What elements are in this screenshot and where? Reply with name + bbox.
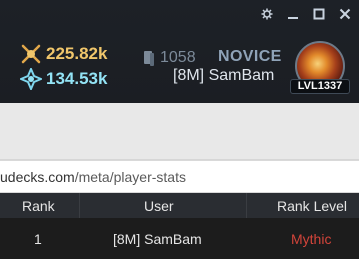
maximize-button[interactable]: [311, 6, 327, 22]
minimize-button[interactable]: [285, 6, 301, 22]
address-bar[interactable]: udecks.com/meta/player-stats: [0, 160, 359, 193]
gold-value: 225.82k: [46, 44, 108, 63]
gem-value: 134.53k: [46, 69, 108, 88]
card-count: 1058: [144, 49, 196, 67]
column-header-user[interactable]: User: [144, 198, 174, 214]
url-host: udecks.com: [0, 169, 75, 185]
close-icon: [339, 8, 351, 20]
row-user[interactable]: [8M] SamBam: [113, 231, 202, 247]
row-rank-level: Mythic: [291, 230, 332, 247]
gear-icon: [261, 8, 273, 20]
card-icon: [144, 50, 154, 66]
table-row[interactable]: 1 [8M] SamBam Mythic: [0, 218, 359, 259]
username: [8M] SamBam: [173, 67, 275, 84]
url-path: /meta/player-stats: [74, 169, 186, 185]
column-header-rank-level[interactable]: Rank Level: [277, 198, 347, 214]
column-header-rank[interactable]: Rank: [22, 198, 55, 214]
column-separator: [79, 193, 80, 218]
browser-toolbar: [0, 103, 359, 160]
level-badge: LVL1337: [290, 79, 350, 94]
rank-label: NOVICE: [218, 48, 282, 65]
app-header: 225.82k 134.53k 1058 NOVICE [8M] SamBam …: [0, 0, 359, 103]
gem-icon: [20, 68, 42, 90]
url-text: udecks.com/meta/player-stats: [0, 169, 186, 185]
minimize-icon: [288, 17, 298, 19]
row-rank: 1: [34, 230, 42, 247]
close-button[interactable]: [337, 6, 353, 22]
card-count-value: 1058: [160, 49, 196, 66]
window-controls: [259, 6, 353, 22]
table-header: Rank User Rank Level: [0, 193, 359, 218]
maximize-icon: [313, 8, 325, 20]
settings-button[interactable]: [259, 6, 275, 22]
gold-icon: [21, 44, 41, 64]
column-separator: [246, 193, 247, 218]
